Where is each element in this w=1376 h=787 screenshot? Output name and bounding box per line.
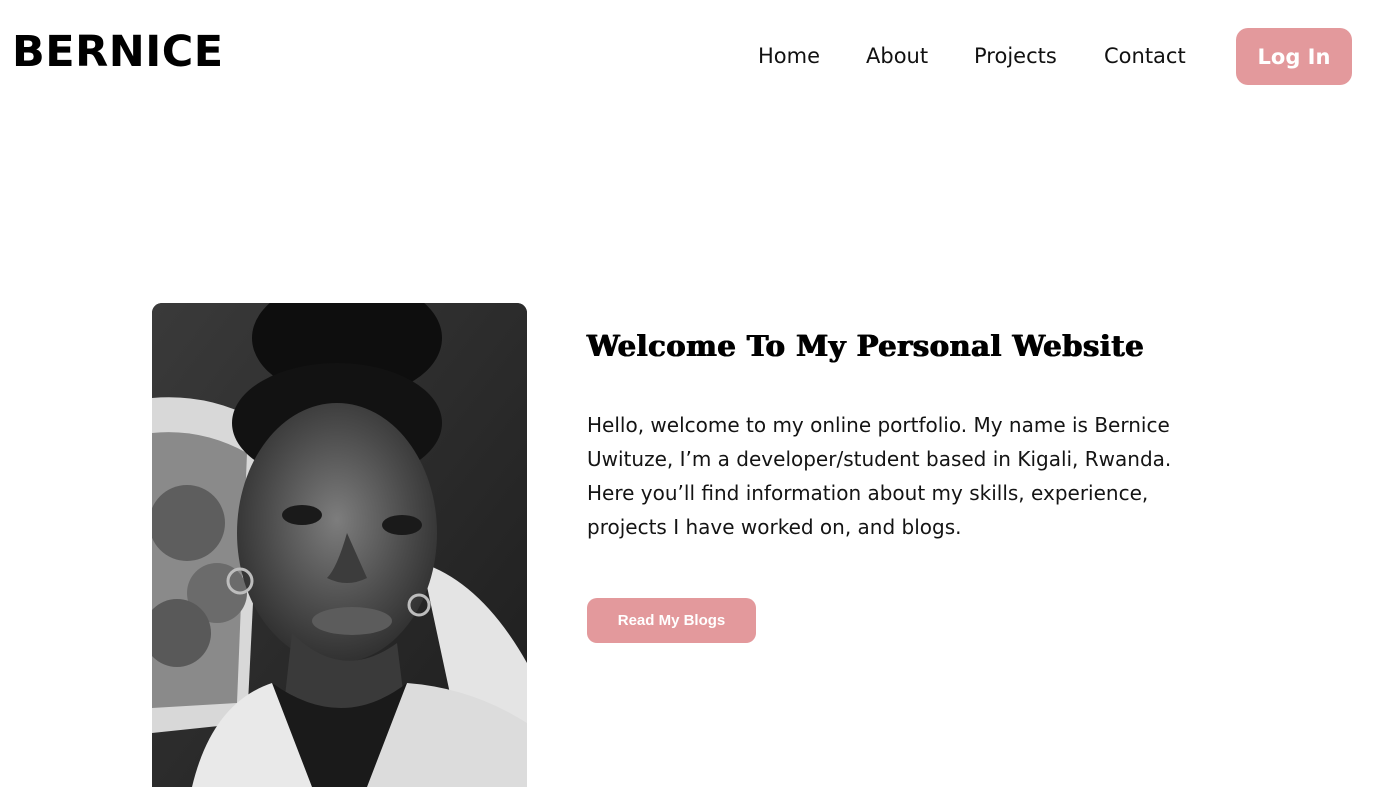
hero-paragraph-details: Here you’ll find information about my sk…	[587, 481, 1149, 539]
nav-home-link[interactable]: Home	[758, 42, 820, 70]
nav-projects-link[interactable]: Projects	[974, 42, 1057, 70]
site-logo[interactable]: BERNICE	[12, 28, 224, 76]
hero-paragraph-intro: Hello, welcome to my online portfolio. M…	[587, 413, 1172, 471]
hero-title: Welcome To My Personal Website	[587, 329, 1145, 363]
page: BERNICE Home About Projects Contact Log …	[0, 0, 1376, 787]
login-button[interactable]: Log In	[1236, 28, 1352, 85]
nav-about-link[interactable]: About	[866, 42, 928, 70]
nav-contact-link[interactable]: Contact	[1104, 42, 1186, 70]
hero-description: Hello, welcome to my online portfolio. M…	[587, 408, 1227, 544]
read-blogs-button[interactable]: Read My Blogs	[587, 598, 756, 643]
profile-photo	[152, 303, 527, 787]
